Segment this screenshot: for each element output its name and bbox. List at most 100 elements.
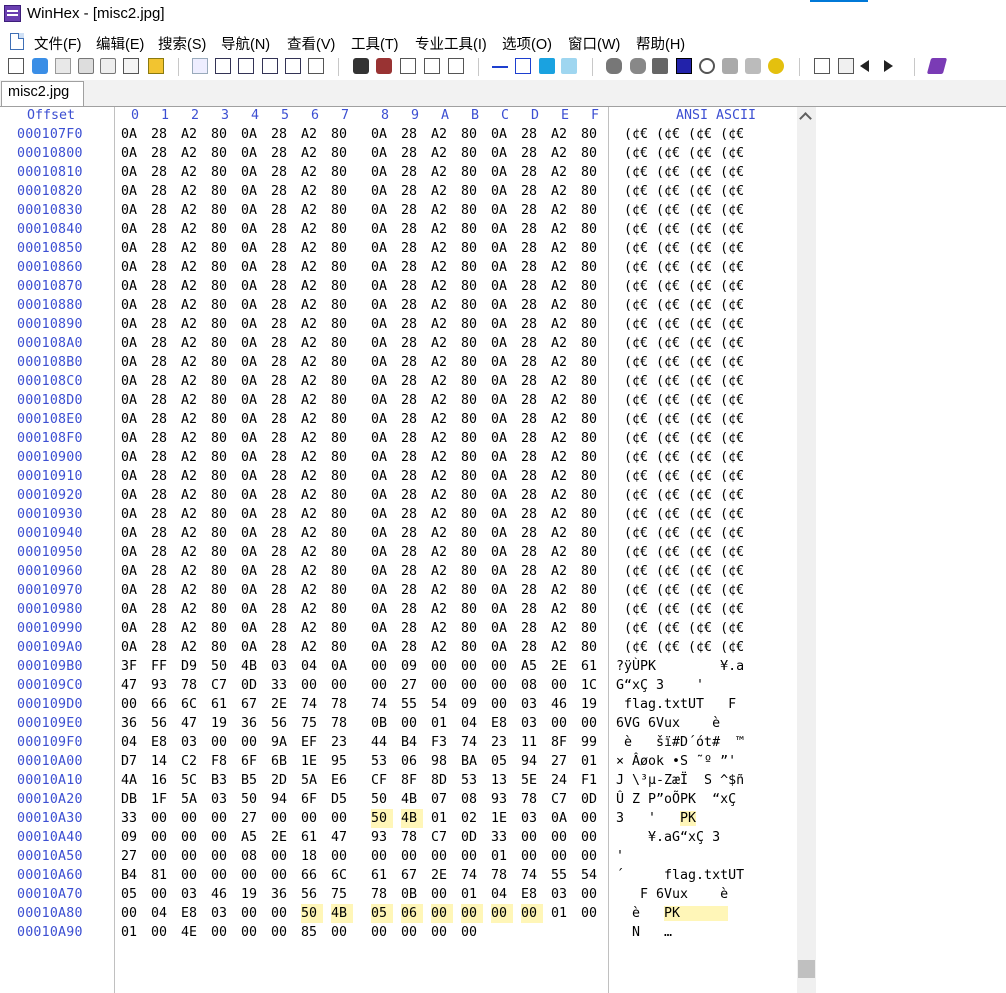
hex-byte[interactable]: 0A [241, 562, 263, 581]
hex-byte[interactable]: 00 [151, 923, 173, 942]
hex-byte[interactable]: 56 [151, 714, 173, 733]
hex-byte[interactable]: 80 [331, 239, 353, 258]
hex-byte[interactable]: 80 [211, 524, 233, 543]
ascii-text[interactable]: (¢€ (¢€ (¢€ (¢€ [616, 391, 744, 410]
hex-byte[interactable]: 00 [521, 847, 543, 866]
hex-byte[interactable]: 74 [461, 866, 483, 885]
hex-byte[interactable]: 54 [431, 695, 453, 714]
hex-byte[interactable]: 00 [551, 714, 573, 733]
export-icon[interactable] [148, 58, 164, 74]
hex-byte[interactable]: A2 [301, 334, 323, 353]
hex-byte[interactable]: 28 [401, 391, 423, 410]
hex-byte[interactable]: 00 [271, 866, 293, 885]
hex-byte[interactable]: 80 [331, 543, 353, 562]
menu-specialist-tools[interactable]: 专业工具(I) [415, 33, 487, 54]
hex-byte[interactable]: 28 [271, 486, 293, 505]
hex-byte[interactable]: 78 [401, 828, 423, 847]
hex-byte[interactable]: A2 [301, 144, 323, 163]
hex-byte[interactable]: A2 [551, 600, 573, 619]
hex-byte[interactable]: 78 [521, 790, 543, 809]
hex-byte[interactable]: 28 [271, 353, 293, 372]
hex-byte[interactable]: A2 [551, 144, 573, 163]
hex-row[interactable]: 000109F0 04 E8 03 00 00 9A EF 23 44 B4 F3 74 23 11 8F 99… [0, 733, 797, 752]
hex-byte[interactable]: 0A [241, 144, 263, 163]
hex-byte[interactable]: A2 [301, 638, 323, 657]
hex-byte[interactable]: 28 [521, 220, 543, 239]
hex-byte[interactable]: 27 [241, 809, 263, 828]
hex-byte[interactable]: 0A [121, 163, 143, 182]
hex-byte[interactable]: 00 [121, 695, 143, 714]
hex-byte[interactable]: 61 [301, 828, 323, 847]
hex-byte[interactable]: 80 [461, 600, 483, 619]
hex-byte[interactable]: 0A [491, 239, 513, 258]
hex-byte[interactable]: A2 [551, 353, 573, 372]
hex-byte[interactable]: 80 [331, 353, 353, 372]
ascii-text[interactable]: ?ÿÙPK ¥.a [616, 657, 744, 676]
hex-byte[interactable]: 80 [581, 372, 603, 391]
find-hex-icon[interactable] [376, 58, 392, 74]
hex-byte[interactable]: 0A [241, 638, 263, 657]
hex-byte[interactable]: 28 [401, 486, 423, 505]
hex-byte[interactable]: 80 [461, 182, 483, 201]
hex-byte[interactable]: 28 [521, 163, 543, 182]
hex-byte[interactable]: 00 [581, 828, 603, 847]
hex-byte[interactable]: A2 [431, 334, 453, 353]
hex-byte[interactable]: 80 [581, 391, 603, 410]
magnifier-icon[interactable] [699, 58, 715, 74]
hex-byte[interactable]: 66 [301, 866, 323, 885]
hex-byte[interactable]: 0A [121, 296, 143, 315]
hex-byte[interactable]: 0A [121, 391, 143, 410]
hex-byte[interactable]: F1 [581, 771, 603, 790]
hex-byte[interactable]: 28 [271, 524, 293, 543]
hex-byte[interactable]: 28 [151, 353, 173, 372]
hex-byte[interactable]: 80 [331, 163, 353, 182]
hex-byte[interactable]: 28 [271, 296, 293, 315]
hex-byte[interactable]: 28 [151, 258, 173, 277]
hex-byte[interactable]: 0A [371, 562, 393, 581]
hex-byte[interactable]: 0A [241, 201, 263, 220]
hex-byte[interactable]: 28 [401, 562, 423, 581]
hex-byte[interactable]: 28 [271, 277, 293, 296]
hex-byte[interactable]: 80 [581, 638, 603, 657]
hex-byte[interactable]: 80 [211, 182, 233, 201]
hex-byte[interactable]: 80 [211, 562, 233, 581]
ascii-text[interactable]: ´ flag.txtUT [616, 866, 744, 885]
ascii-text[interactable]: è šï#D´ót# ™ [616, 733, 744, 752]
back-icon[interactable] [539, 58, 555, 74]
menu-navigation[interactable]: 导航(N) [221, 33, 270, 54]
hex-byte[interactable]: 80 [331, 486, 353, 505]
hex-byte[interactable]: 80 [331, 505, 353, 524]
hex-byte[interactable]: 16 [151, 771, 173, 790]
hex-byte[interactable]: 28 [401, 581, 423, 600]
hex-byte[interactable]: 28 [521, 429, 543, 448]
hex-byte[interactable]: A2 [181, 448, 203, 467]
hex-byte[interactable]: 80 [211, 543, 233, 562]
hex-byte[interactable]: 0A [371, 467, 393, 486]
hex-byte[interactable]: A2 [301, 486, 323, 505]
properties-icon[interactable] [123, 58, 139, 74]
hex-byte[interactable]: A2 [431, 505, 453, 524]
find-text-icon[interactable] [353, 58, 369, 74]
hex-byte[interactable]: A2 [551, 562, 573, 581]
hex-byte[interactable]: 28 [151, 600, 173, 619]
hex-byte[interactable]: 28 [401, 125, 423, 144]
hex-byte[interactable]: 47 [121, 676, 143, 695]
hex-byte[interactable]: 28 [271, 638, 293, 657]
hex-byte[interactable]: 80 [461, 410, 483, 429]
hex-byte[interactable]: D7 [121, 752, 143, 771]
hex-byte[interactable]: 80 [461, 486, 483, 505]
hex-byte[interactable]: 80 [211, 505, 233, 524]
hex-byte[interactable]: 0A [491, 448, 513, 467]
hex-byte[interactable]: 05 [371, 904, 393, 923]
hex-byte[interactable]: 0A [371, 391, 393, 410]
ascii-text[interactable]: (¢€ (¢€ (¢€ (¢€ [616, 334, 744, 353]
hex-byte[interactable]: 28 [401, 315, 423, 334]
hex-byte[interactable]: 80 [331, 144, 353, 163]
hex-byte[interactable]: 80 [331, 638, 353, 657]
hex-byte[interactable]: 80 [581, 543, 603, 562]
hex-byte[interactable]: 28 [401, 524, 423, 543]
ascii-text[interactable]: (¢€ (¢€ (¢€ (¢€ [616, 125, 744, 144]
hex-byte[interactable]: 55 [401, 695, 423, 714]
hex-byte[interactable]: 00 [151, 809, 173, 828]
hex-byte[interactable]: 01 [461, 885, 483, 904]
